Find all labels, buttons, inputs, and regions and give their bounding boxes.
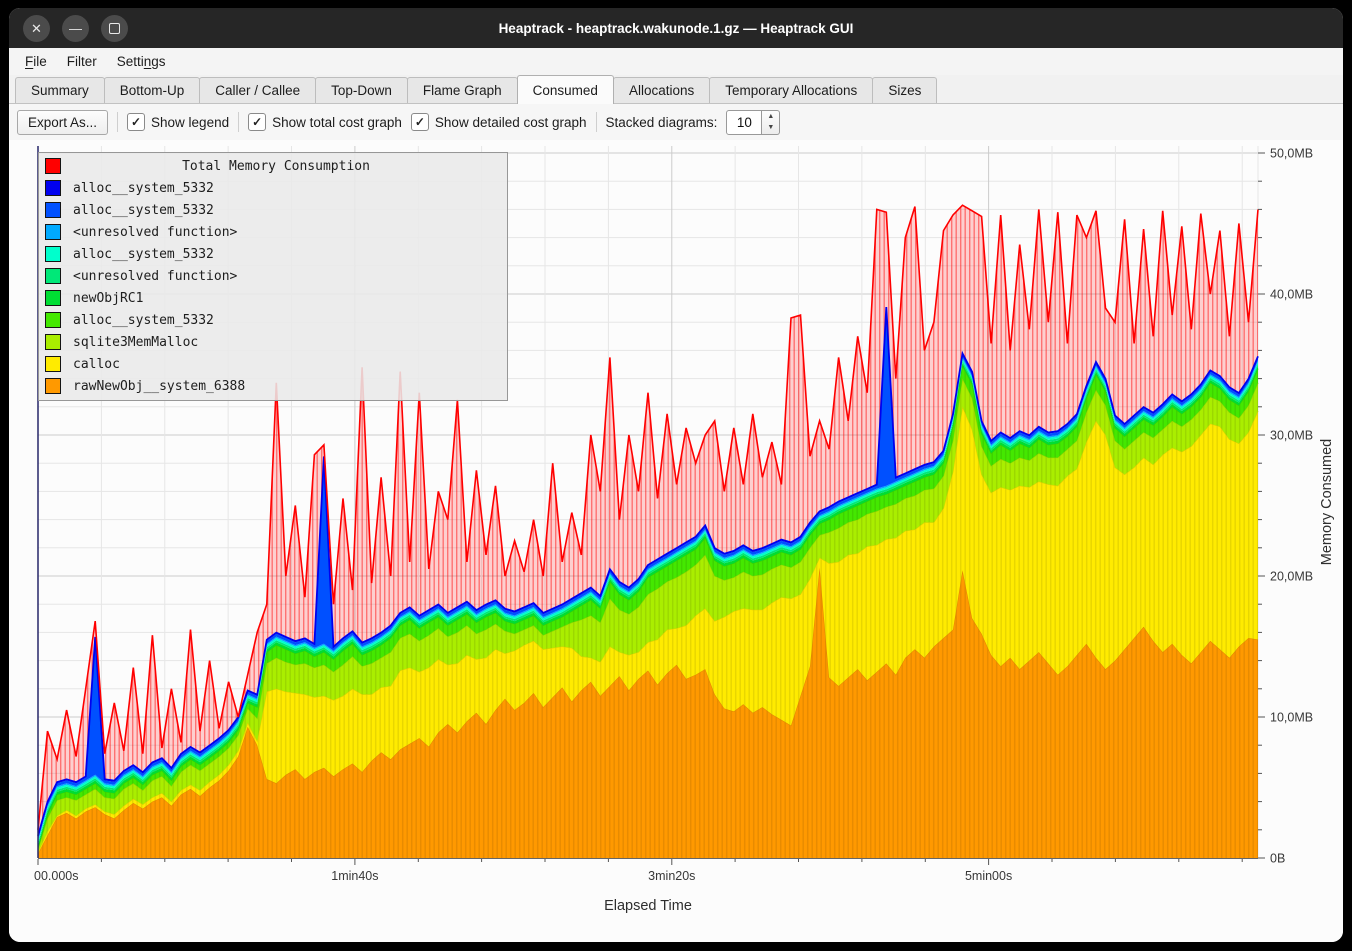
minimize-button[interactable]: — xyxy=(62,15,89,42)
legend-label: alloc__system_5332 xyxy=(73,247,214,262)
legend-item: <unresolved function> xyxy=(39,221,507,243)
legend-swatch xyxy=(45,158,61,174)
legend-item: sqlite3MemMalloc xyxy=(39,331,507,353)
legend-item: calloc xyxy=(39,353,507,375)
checkbox-label: Show total cost graph xyxy=(272,115,402,130)
tab-allocations[interactable]: Allocations xyxy=(613,77,710,103)
svg-text:50,0MB: 50,0MB xyxy=(1270,147,1313,161)
checkbox-icon[interactable]: ✓ xyxy=(127,113,145,131)
legend-swatch xyxy=(45,290,61,306)
svg-text:0B: 0B xyxy=(1270,852,1285,866)
svg-text:1min40s: 1min40s xyxy=(331,869,378,883)
legend-swatch xyxy=(45,180,61,196)
chart-area: 00.000s 1min40s 3min20s 5min00s 0B 10,0MB 20,0… xyxy=(9,140,1343,942)
checkbox-label: Show legend xyxy=(151,115,229,130)
stacked-diagrams-value[interactable]: 10 xyxy=(726,110,762,135)
close-button[interactable]: ✕ xyxy=(23,15,50,42)
spin-down-icon[interactable]: ▼ xyxy=(762,122,779,134)
menu-file[interactable]: File xyxy=(15,48,57,75)
svg-text:10,0MB: 10,0MB xyxy=(1270,711,1313,725)
tab-temporary-allocations[interactable]: Temporary Allocations xyxy=(709,77,873,103)
legend-swatch xyxy=(45,334,61,350)
legend-swatch xyxy=(45,268,61,284)
menu-settings[interactable]: Settings xyxy=(107,48,176,75)
tab-flame-graph[interactable]: Flame Graph xyxy=(407,77,518,103)
svg-text:20,0MB: 20,0MB xyxy=(1270,570,1313,584)
legend-item: rawNewObj__system_6388 xyxy=(39,375,507,397)
legend-label: alloc__system_5332 xyxy=(73,203,214,218)
legend-swatch xyxy=(45,246,61,262)
toolbar: Export As... ✓ Show legend ✓ Show total cos… xyxy=(9,104,1343,140)
legend-label: alloc__system_5332 xyxy=(73,181,214,196)
legend-item: newObjRC1 xyxy=(39,287,507,309)
legend-label: <unresolved function> xyxy=(73,225,237,240)
checkbox-group: ✓ Show legend ✓ Show total cost graph ✓ Show … xyxy=(127,112,587,132)
window-controls: ✕— xyxy=(23,8,128,48)
maximize-button[interactable] xyxy=(101,15,128,42)
menubar: FileFilterSettings xyxy=(9,48,1343,75)
spinbox-buttons: ▲ ▼ xyxy=(762,110,780,135)
tab-top-down[interactable]: Top-Down xyxy=(315,77,408,103)
titlebar[interactable]: ✕— Heaptrack - heaptrack.wakunode.1.gz —… xyxy=(9,8,1343,48)
toolbar-separator xyxy=(238,112,239,132)
legend-label: sqlite3MemMalloc xyxy=(73,335,198,350)
tab-sizes[interactable]: Sizes xyxy=(872,77,937,103)
checkbox-show-legend[interactable]: ✓ Show legend xyxy=(127,113,229,131)
legend-label: <unresolved function> xyxy=(73,269,237,284)
legend-item: Total Memory Consumption xyxy=(39,155,507,177)
window-title: Heaptrack - heaptrack.wakunode.1.gz — He… xyxy=(9,21,1343,36)
svg-text:40,0MB: 40,0MB xyxy=(1270,288,1313,302)
tab-bar: SummaryBottom-UpCaller / CalleeTop-DownF… xyxy=(9,75,1343,104)
svg-text:3min20s: 3min20s xyxy=(648,869,695,883)
legend-label: rawNewObj__system_6388 xyxy=(73,379,245,394)
legend-item: <unresolved function> xyxy=(39,265,507,287)
legend-item: alloc__system_5332 xyxy=(39,177,507,199)
legend-label: newObjRC1 xyxy=(73,291,143,306)
tab-bottom-up[interactable]: Bottom-Up xyxy=(104,77,201,103)
stacked-diagrams-spinbox[interactable]: 10 ▲ ▼ xyxy=(726,110,780,135)
checkbox-icon[interactable]: ✓ xyxy=(411,113,429,131)
tab-consumed[interactable]: Consumed xyxy=(517,75,614,104)
legend-swatch xyxy=(45,356,61,372)
checkbox-show-detailed-cost-graph[interactable]: ✓ Show detailed cost graph xyxy=(411,113,587,131)
checkbox-show-total-cost-graph[interactable]: ✓ Show total cost graph xyxy=(248,113,402,131)
chart-legend: Total Memory Consumption alloc__system_53… xyxy=(38,152,508,401)
legend-swatch xyxy=(45,224,61,240)
stacked-diagrams-label: Stacked diagrams: xyxy=(606,115,718,130)
legend-swatch xyxy=(45,378,61,394)
legend-swatch xyxy=(45,312,61,328)
legend-label: alloc__system_5332 xyxy=(73,313,214,328)
svg-text:30,0MB: 30,0MB xyxy=(1270,429,1313,443)
y-axis-title: Memory Consumed xyxy=(1319,439,1335,566)
legend-item: alloc__system_5332 xyxy=(39,243,507,265)
legend-label: calloc xyxy=(73,357,120,372)
spin-up-icon[interactable]: ▲ xyxy=(762,111,779,123)
legend-item: alloc__system_5332 xyxy=(39,199,507,221)
tab-caller-callee[interactable]: Caller / Callee xyxy=(199,77,316,103)
legend-swatch xyxy=(45,202,61,218)
svg-text:5min00s: 5min00s xyxy=(965,869,1012,883)
x-axis-title: Elapsed Time xyxy=(604,898,692,914)
maximize-icon xyxy=(109,23,120,34)
toolbar-separator xyxy=(596,112,597,132)
legend-label: Total Memory Consumption xyxy=(73,159,507,174)
checkbox-label: Show detailed cost graph xyxy=(435,115,587,130)
export-as-button[interactable]: Export As... xyxy=(17,110,108,135)
menu-filter[interactable]: Filter xyxy=(57,48,107,75)
svg-text:00.000s: 00.000s xyxy=(34,869,78,883)
toolbar-separator xyxy=(117,112,118,132)
legend-item: alloc__system_5332 xyxy=(39,309,507,331)
tab-summary[interactable]: Summary xyxy=(15,77,105,103)
checkbox-icon[interactable]: ✓ xyxy=(248,113,266,131)
heaptrack-window: ✕— Heaptrack - heaptrack.wakunode.1.gz —… xyxy=(9,8,1343,942)
